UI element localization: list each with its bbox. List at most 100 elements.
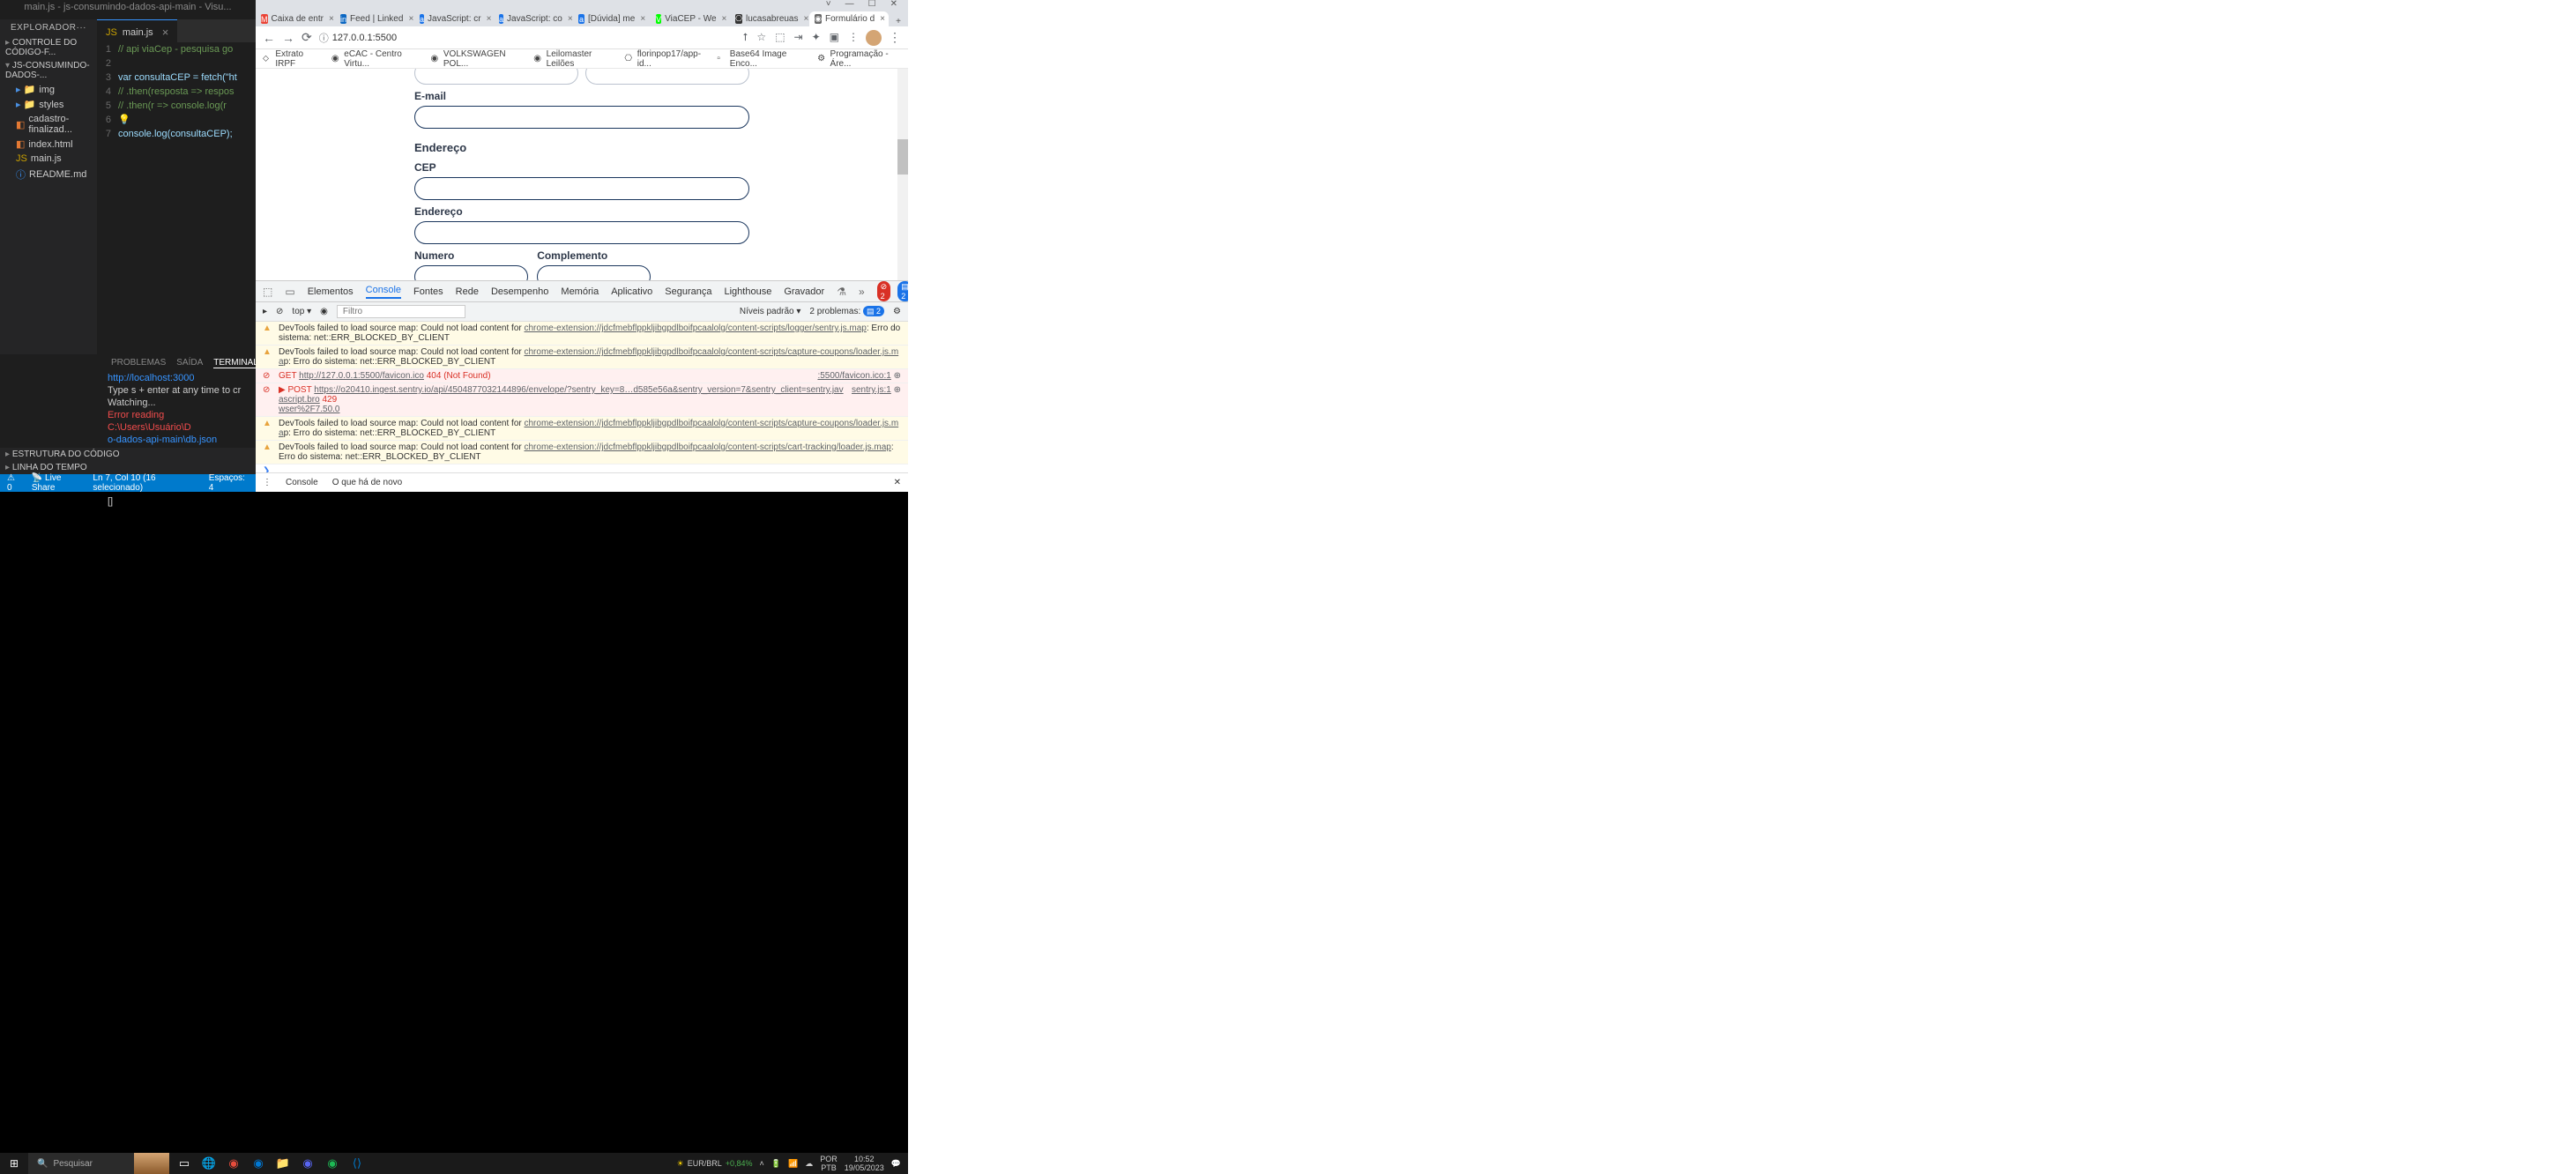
taskbar-search[interactable]: 🔍 Pesquisar bbox=[28, 1153, 134, 1174]
addr-icon-4[interactable]: ✦ bbox=[812, 31, 821, 44]
tab-close-icon[interactable]: × bbox=[568, 14, 573, 24]
file-img[interactable]: ▸ 📁img bbox=[11, 82, 97, 97]
nav-forward-icon[interactable]: → bbox=[282, 31, 294, 45]
bookmark-Base64 I[interactable]: ▫Base64 Image Enco... bbox=[717, 49, 805, 69]
browser-tab-5[interactable]: VViaCEP - We× bbox=[651, 11, 730, 26]
nav-back-icon[interactable]: ← bbox=[263, 31, 275, 45]
tab-close-icon[interactable]: × bbox=[880, 14, 885, 24]
vscode-app-icon[interactable]: ⟨⟩ bbox=[346, 1153, 369, 1174]
term-tab-terminal[interactable]: TERMINAL bbox=[213, 358, 258, 368]
input-email[interactable] bbox=[414, 106, 749, 129]
devtools-tab-aplicativo[interactable]: Aplicativo bbox=[611, 286, 652, 297]
term-tab-problemas[interactable]: PROBLEMAS bbox=[111, 358, 166, 368]
drawer-whatsnew-tab[interactable]: O que há de novo bbox=[332, 478, 403, 487]
status-liveshare[interactable]: 📡 Live Share bbox=[32, 473, 83, 493]
spotify-app-icon[interactable]: ◉ bbox=[321, 1153, 344, 1174]
file-README.md[interactable]: ⓘREADME.md bbox=[11, 166, 97, 183]
addr-icon-1[interactable]: ☆ bbox=[756, 31, 766, 44]
chrome-app-icon[interactable]: 🌐 bbox=[197, 1153, 220, 1174]
bookmark-Extrato[interactable]: ⬦Extrato IRPF bbox=[263, 49, 319, 69]
file-index.html[interactable]: ◧index.html bbox=[11, 137, 97, 152]
url-input[interactable]: ⓘ 127.0.0.1:5500 bbox=[319, 31, 736, 45]
eye-icon[interactable]: ◉ bbox=[320, 307, 328, 316]
devtools-tab-fontes[interactable]: Fontes bbox=[413, 286, 443, 297]
addr-icon-6[interactable]: ⋮ bbox=[848, 31, 859, 44]
console-filter[interactable] bbox=[337, 305, 465, 318]
devtools-tab-console[interactable]: Console bbox=[366, 285, 401, 299]
input-prev1[interactable] bbox=[414, 69, 578, 85]
clear-console-icon[interactable]: ⊘ bbox=[276, 307, 283, 316]
addr-icon-5[interactable]: ▣ bbox=[830, 31, 839, 44]
tab-close-icon[interactable]: × bbox=[329, 14, 334, 24]
bookmark-florinpo[interactable]: ⎔florinpop17/app-id... bbox=[624, 49, 704, 69]
code-editor[interactable]: 1// api viaCep - pesquisa go23var consul… bbox=[97, 42, 256, 141]
more-tabs-icon[interactable]: » bbox=[859, 286, 865, 298]
console-log-line[interactable]: ▲DevTools failed to load source map: Cou… bbox=[256, 322, 908, 346]
status-position[interactable]: Ln 7, Col 10 (16 selecionado) bbox=[93, 473, 197, 493]
devtools-tab-lighthouse[interactable]: Lighthouse bbox=[725, 286, 772, 297]
devtools-tab-rede[interactable]: Rede bbox=[456, 286, 479, 297]
weather-widget[interactable]: ☀ EUR/BRL +0,84% bbox=[677, 1159, 753, 1169]
tray-battery-icon[interactable]: 🔋 bbox=[771, 1159, 781, 1169]
browser-tab-2[interactable]: aJavaScript: cr× bbox=[414, 11, 494, 26]
browser-tab-7[interactable]: ◉Formulário d× bbox=[809, 11, 889, 26]
section-project[interactable]: JS-CONSUMINDO-DADOS-... bbox=[0, 59, 97, 82]
problems-label[interactable]: 2 problemas: ▤ 2 bbox=[809, 307, 884, 316]
bookmark-eCAC - C[interactable]: ◉eCAC - Centro Virtu... bbox=[331, 49, 419, 69]
taskview-icon[interactable]: ▭ bbox=[173, 1153, 196, 1174]
file-main.js[interactable]: JSmain.js bbox=[11, 152, 97, 166]
input-numero[interactable] bbox=[414, 265, 528, 280]
tray-notifications-icon[interactable]: 💬 bbox=[891, 1159, 901, 1169]
scrollbar-track[interactable] bbox=[897, 69, 908, 280]
browser-tab-0[interactable]: MCaixa de entr× bbox=[256, 11, 335, 26]
browser-tab-4[interactable]: a[Dúvida] me× bbox=[573, 11, 651, 26]
browser-tab-6[interactable]: ⎔lucasabreuas× bbox=[730, 11, 809, 26]
tab-close-icon[interactable]: × bbox=[722, 14, 727, 24]
devtools-tab-desempenho[interactable]: Desempenho bbox=[491, 286, 548, 297]
section-outline[interactable]: ESTRUTURA DO CÓDIGO bbox=[0, 448, 256, 461]
input-complemento[interactable] bbox=[537, 265, 651, 280]
discord-app-icon[interactable]: ◉ bbox=[296, 1153, 319, 1174]
console-log-line[interactable]: ▲DevTools failed to load source map: Cou… bbox=[256, 417, 908, 441]
page-viewport[interactable]: E-mail Endereço CEP Endereço Numero Comp… bbox=[256, 69, 908, 280]
console-log-line[interactable]: ⊘▶ POST https://o20410.ingest.sentry.io/… bbox=[256, 383, 908, 417]
tab-close-icon[interactable]: × bbox=[640, 14, 645, 24]
addr-icon-2[interactable]: ⬚ bbox=[775, 31, 785, 44]
tab-close-icon[interactable]: × bbox=[408, 14, 413, 24]
tray-time[interactable]: 10:52 bbox=[845, 1155, 884, 1163]
term-tab-saída[interactable]: SAÍDA bbox=[176, 358, 203, 368]
tray-cloud-icon[interactable]: ☁ bbox=[805, 1159, 813, 1169]
error-badge[interactable]: ⊘ 2 bbox=[877, 281, 891, 301]
edge-app-icon[interactable]: ◉ bbox=[247, 1153, 270, 1174]
bookmark-Leilomas[interactable]: ◉Leilomaster Leilões bbox=[533, 49, 612, 69]
status-warnings[interactable]: ⚠ 0 bbox=[7, 473, 21, 493]
status-spaces[interactable]: Espaços: 4 bbox=[209, 473, 249, 493]
explorer-app-icon[interactable]: 📁 bbox=[272, 1153, 294, 1174]
new-tab-button[interactable]: + bbox=[889, 17, 908, 26]
news-widget[interactable] bbox=[134, 1153, 169, 1174]
input-prev2[interactable] bbox=[585, 69, 749, 85]
editor-tab-mainjs[interactable]: JS main.js × bbox=[97, 19, 177, 44]
console-sidebar-icon[interactable]: ▸ bbox=[263, 307, 267, 316]
nav-reload-icon[interactable]: ⟳ bbox=[302, 30, 312, 45]
browser-tab-3[interactable]: aJavaScript: co× bbox=[494, 11, 573, 26]
console-log-line[interactable]: ⊘GET http://127.0.0.1:5500/favicon.ico 4… bbox=[256, 369, 908, 383]
browser-tab-1[interactable]: inFeed | Linked× bbox=[335, 11, 414, 26]
start-button[interactable]: ⊞ bbox=[0, 1157, 28, 1170]
scrollbar-thumb[interactable] bbox=[897, 139, 908, 175]
devtools-tab-gravador[interactable]: Gravador bbox=[784, 286, 824, 297]
devtools-tab-memória[interactable]: Memória bbox=[561, 286, 599, 297]
close-icon[interactable]: × bbox=[162, 26, 169, 39]
tab-close-icon[interactable]: × bbox=[487, 14, 492, 24]
section-timeline[interactable]: LINHA DO TEMPO bbox=[0, 461, 256, 474]
explorer-more-icon[interactable]: ··· bbox=[77, 23, 87, 33]
levels-dropdown[interactable]: Níveis padrão ▾ bbox=[740, 307, 801, 316]
device-icon[interactable]: ▭ bbox=[285, 286, 294, 298]
chrome-menu-icon[interactable]: ⋮ bbox=[889, 30, 901, 45]
tab-close-icon[interactable]: × bbox=[804, 14, 809, 24]
tray-wifi-icon[interactable]: 📶 bbox=[788, 1159, 798, 1169]
inspect-icon[interactable]: ⬚ bbox=[263, 286, 272, 298]
input-endereco[interactable] bbox=[414, 221, 749, 244]
office-app-icon[interactable]: ◉ bbox=[222, 1153, 245, 1174]
drawer-close-icon[interactable]: ✕ bbox=[894, 478, 901, 487]
